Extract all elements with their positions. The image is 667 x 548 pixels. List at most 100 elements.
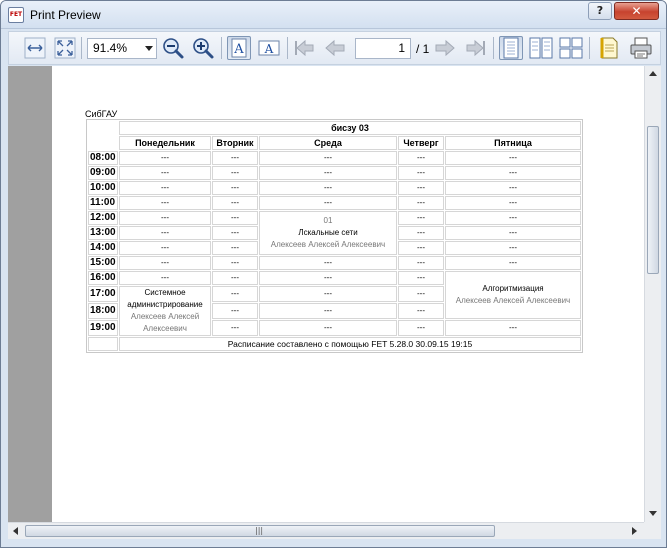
time-label: 08:00: [88, 151, 118, 165]
print-preview-window: FET Print Preview ? ✕ 91.4% A A 1 / 1 Си…: [0, 0, 667, 548]
course-name: Алгоритмизация: [482, 284, 544, 293]
table-row: 15:00 --- --- --- --- ---: [88, 256, 581, 270]
empty-cell: ---: [259, 286, 397, 302]
table-row: 09:00 --- --- --- --- ---: [88, 166, 581, 180]
empty-cell: ---: [445, 196, 581, 210]
time-label: 17:00: [88, 286, 118, 302]
time-label: 09:00: [88, 166, 118, 180]
portrait-orientation-icon[interactable]: A: [227, 36, 251, 60]
next-page-icon[interactable]: [433, 36, 457, 60]
empty-cell: ---: [119, 241, 211, 255]
course-teacher: Алексеев Алексей Алексеевич: [270, 240, 386, 249]
empty-cell: ---: [398, 286, 444, 302]
day-header: Пятница: [445, 136, 581, 150]
zoom-out-icon[interactable]: [161, 36, 185, 60]
empty-cell: ---: [445, 181, 581, 195]
landscape-orientation-icon[interactable]: A: [257, 36, 281, 60]
zoom-in-icon[interactable]: [191, 36, 215, 60]
separator: [589, 37, 590, 59]
empty-cell: ---: [119, 166, 211, 180]
empty-cell: ---: [398, 166, 444, 180]
separator: [81, 37, 82, 59]
empty-cell: ---: [398, 256, 444, 270]
preview-area[interactable]: СибГАУ бисзу 03 Понедельник Вторник Сред…: [8, 66, 644, 522]
fit-page-icon[interactable]: [53, 36, 77, 60]
time-label: 18:00: [88, 303, 118, 319]
empty-cell: ---: [212, 181, 258, 195]
toolbar: 91.4% A A 1 / 1: [8, 31, 661, 65]
scroll-down-icon[interactable]: [649, 511, 657, 516]
empty-cell: ---: [398, 196, 444, 210]
table-row: 12:00 --- --- 01 Лскальные сети Алексеев…: [88, 211, 581, 255]
print-icon[interactable]: [629, 36, 653, 60]
table-row: 10:00 --- --- --- --- ---: [88, 181, 581, 195]
svg-text:A: A: [264, 42, 274, 56]
empty-cell: ---: [445, 151, 581, 165]
time-label: 19:00: [88, 320, 118, 336]
single-page-view-icon[interactable]: [499, 36, 523, 60]
empty-cell: ---: [398, 181, 444, 195]
page-number-input[interactable]: 1: [355, 38, 411, 59]
help-button[interactable]: ?: [588, 2, 612, 20]
empty-cell: ---: [212, 166, 258, 180]
scroll-right-icon[interactable]: [632, 527, 637, 535]
table-row: 16:00 --- --- --- --- Алгоритмизация Але…: [88, 271, 581, 319]
day-header: Вторник: [212, 136, 258, 150]
last-page-icon[interactable]: [463, 36, 487, 60]
page-total: / 1: [416, 42, 430, 56]
app-icon: FET: [8, 7, 24, 23]
empty-cell: ---: [212, 211, 258, 225]
course-cell: Системное администрирование Алексеев Але…: [119, 286, 211, 336]
page-setup-icon[interactable]: [597, 36, 621, 60]
empty-cell: ---: [119, 271, 211, 285]
empty-cell: ---: [119, 196, 211, 210]
empty-cell: ---: [398, 320, 444, 336]
title-bar[interactable]: FET Print Preview ? ✕: [1, 1, 666, 29]
empty-cell: ---: [212, 151, 258, 165]
previous-page-icon[interactable]: [323, 36, 347, 60]
empty-cell: ---: [259, 151, 397, 165]
course-cell: Алгоритмизация Алексеев Алексей Алексеев…: [445, 271, 581, 319]
course-name: Системное администрирование: [127, 288, 203, 309]
institution-name: СибГАУ: [85, 109, 118, 119]
empty-cell: ---: [259, 303, 397, 319]
chevron-down-icon[interactable]: [145, 46, 153, 51]
fit-width-icon[interactable]: [23, 36, 47, 60]
zoom-select[interactable]: 91.4%: [87, 38, 157, 59]
empty-cell: ---: [259, 166, 397, 180]
facing-pages-view-icon[interactable]: [529, 36, 553, 60]
close-button[interactable]: ✕: [614, 2, 659, 20]
horizontal-scroll-thumb[interactable]: |||: [25, 525, 495, 537]
empty-cell: ---: [119, 181, 211, 195]
empty-cell: ---: [119, 256, 211, 270]
time-label: 15:00: [88, 256, 118, 270]
empty-cell: ---: [212, 286, 258, 302]
time-label: 14:00: [88, 241, 118, 255]
vertical-scroll-thumb[interactable]: [647, 126, 659, 274]
course-name: Лскальные сети: [298, 228, 358, 237]
size-grip[interactable]: [644, 522, 661, 539]
empty-cell: ---: [398, 241, 444, 255]
empty-cell: ---: [398, 211, 444, 225]
course-room: 01: [323, 216, 333, 225]
empty-cell: ---: [445, 320, 581, 336]
empty-cell: ---: [445, 241, 581, 255]
course-teacher: Алексеев Алексей Алексеевич: [130, 312, 200, 333]
empty-cell: ---: [445, 211, 581, 225]
empty-cell: ---: [212, 271, 258, 285]
scroll-up-icon[interactable]: [649, 71, 657, 76]
empty-cell: ---: [398, 271, 444, 285]
scroll-left-icon[interactable]: [13, 527, 18, 535]
zoom-value: 91.4%: [93, 41, 128, 55]
first-page-icon[interactable]: [293, 36, 317, 60]
horizontal-scrollbar[interactable]: |||: [8, 522, 644, 539]
separator: [287, 37, 288, 59]
empty-cell: ---: [212, 241, 258, 255]
empty-cell: ---: [212, 226, 258, 240]
vertical-scrollbar[interactable]: [644, 66, 661, 522]
empty-cell: ---: [259, 320, 397, 336]
empty-cell: ---: [212, 303, 258, 319]
day-header: Понедельник: [119, 136, 211, 150]
all-pages-view-icon[interactable]: [559, 36, 583, 60]
separator: [493, 37, 494, 59]
